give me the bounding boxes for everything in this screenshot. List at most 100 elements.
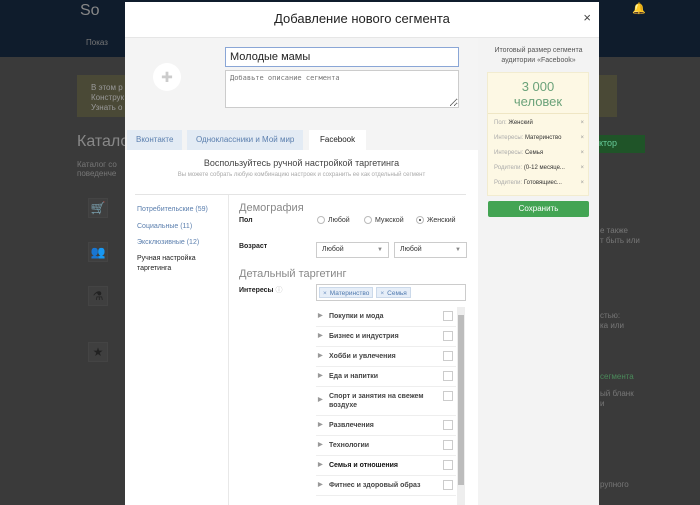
tab-odnoklassniki[interactable]: Одноклассники и Мой мир	[187, 130, 304, 150]
targeting-headline: Воспользуйтесь ручной настройкой таргети…	[203, 158, 400, 168]
interest-tag: × Семья	[376, 287, 411, 298]
category-row[interactable]: ▶ Спорт и занятия на свежем воздухе	[316, 387, 456, 416]
catalog-desc: Каталог со	[77, 160, 117, 169]
segment-name-input[interactable]	[225, 47, 459, 67]
remove-icon[interactable]: ×	[580, 180, 584, 186]
item-key: Родители:	[494, 165, 523, 171]
remove-tag-icon[interactable]: ×	[380, 290, 384, 297]
item-key: Интересы:	[494, 135, 524, 141]
remove-icon[interactable]: ×	[580, 120, 584, 126]
category-label: Семья и отношения	[329, 462, 398, 469]
interests-label: Интересы ⓘ	[239, 285, 282, 295]
bg-text: ка или	[600, 321, 624, 330]
summary-item: Интересы: Семья ×	[494, 150, 584, 156]
category-label: Бизнес и индустрия	[329, 333, 399, 340]
gender-label: Пол	[239, 217, 253, 224]
remove-icon[interactable]: ×	[580, 165, 584, 171]
expand-arrow-icon[interactable]: ▶	[318, 441, 323, 450]
nav-dashboard[interactable]: Показ	[86, 38, 108, 47]
detailed-targeting-heading: Детальный таргетинг	[239, 268, 347, 280]
category-row[interactable]: ▶ Технологии	[316, 436, 456, 456]
category-checkbox[interactable]	[443, 351, 453, 361]
close-icon[interactable]: ×	[583, 10, 591, 25]
expand-arrow-icon[interactable]: ▶	[318, 332, 323, 341]
category-checkbox[interactable]	[443, 311, 453, 321]
expand-arrow-icon[interactable]: ▶	[318, 352, 323, 361]
bg-text: рупного	[600, 480, 629, 489]
list-scrollbar[interactable]	[457, 307, 465, 505]
bell-icon[interactable]: 🔔	[632, 2, 646, 15]
bg-link[interactable]: сегмента	[600, 372, 634, 381]
chevron-down-icon: ▼	[455, 247, 461, 253]
interests-input[interactable]: × Материнство × Семья	[316, 284, 466, 301]
demography-heading: Демография	[239, 202, 304, 214]
tab-facebook[interactable]: Facebook	[309, 130, 367, 150]
tag-label: Материнство	[329, 290, 370, 297]
bg-text: ый бланк	[600, 389, 634, 398]
item-key: Родители:	[494, 180, 523, 186]
targeting-subline: Вы можете собрать любую комбинацию настр…	[177, 172, 426, 178]
segment-description-input[interactable]	[225, 70, 459, 108]
category-checkbox[interactable]	[443, 480, 453, 490]
expand-arrow-icon[interactable]: ▶	[318, 481, 323, 490]
tab-vkontakte[interactable]: Вконтакте	[127, 130, 183, 150]
flask-icon: ⚗	[88, 286, 108, 306]
age-to-select[interactable]: Любой ▼	[394, 242, 467, 258]
summary-panel: Итоговый размер сегмента аудитории «Face…	[478, 38, 599, 505]
category-checkbox[interactable]	[443, 371, 453, 381]
remove-tag-icon[interactable]: ×	[323, 290, 327, 297]
category-row[interactable]: ▶ Семья и отношения	[316, 456, 456, 476]
category-row[interactable]: ▶ Фитнес и здоровый образ	[316, 476, 456, 496]
expand-arrow-icon[interactable]: ▶	[318, 372, 323, 381]
nav-exclusive[interactable]: Эксклюзивные (12)	[137, 238, 199, 248]
nav-social[interactable]: Социальные (11)	[137, 222, 192, 232]
age-from-select[interactable]: Любой ▼	[316, 242, 389, 258]
item-value: Материнство	[524, 135, 562, 141]
nav-consumer[interactable]: Потребительские (59)	[137, 205, 208, 215]
puzzle-icon[interactable]: ✚	[153, 63, 181, 91]
expand-arrow-icon[interactable]: ▶	[318, 312, 323, 321]
radio-label: Женский	[427, 216, 456, 224]
item-key: Пол:	[494, 120, 507, 126]
category-label: Хобби и увлечения	[329, 353, 396, 360]
category-row[interactable]: ▶ Бизнес и индустрия	[316, 327, 456, 347]
remove-icon[interactable]: ×	[580, 150, 584, 156]
help-icon[interactable]: ⓘ	[275, 287, 282, 294]
category-row[interactable]: ▶ Еда и напитки	[316, 367, 456, 387]
remove-icon[interactable]: ×	[580, 135, 584, 141]
save-button[interactable]: Сохранить	[488, 201, 589, 217]
catalog-desc: поведенче	[77, 169, 117, 178]
gender-male-radio[interactable]: Мужской	[364, 216, 404, 224]
category-checkbox[interactable]	[443, 440, 453, 450]
select-value: Любой	[322, 246, 344, 253]
item-key: Интересы:	[494, 150, 524, 156]
category-checkbox[interactable]	[443, 460, 453, 470]
bg-text: стью:	[600, 311, 621, 320]
category-label: Фитнес и здоровый образ	[329, 482, 421, 489]
modal-title: Добавление нового сегмента	[125, 2, 599, 38]
category-checkbox[interactable]	[443, 331, 453, 341]
expand-arrow-icon[interactable]: ▶	[318, 396, 323, 405]
catalog-title: Катало	[77, 133, 130, 150]
interest-category-list: ▶ Покупки и мода ▶ Бизнес и индустрия ▶ Хоб…	[316, 307, 456, 496]
category-row[interactable]: ▶ Развлечения	[316, 416, 456, 436]
nav-manual-targeting[interactable]: Ручная настройка таргетинга	[137, 254, 217, 274]
expand-arrow-icon[interactable]: ▶	[318, 461, 323, 470]
scrollbar-thumb[interactable]	[458, 315, 464, 485]
chevron-down-icon: ▼	[377, 247, 383, 253]
item-value: (0-12 месяце...	[523, 165, 565, 171]
category-checkbox[interactable]	[443, 420, 453, 430]
category-row[interactable]: ▶ Покупки и мода	[316, 307, 456, 327]
gender-any-radio[interactable]: Любой	[317, 216, 350, 224]
category-label: Еда и напитки	[329, 373, 379, 380]
gender-female-radio[interactable]: Женский	[416, 216, 456, 224]
category-row[interactable]: ▶ Хобби и увлечения	[316, 347, 456, 367]
radio-label: Мужской	[375, 216, 404, 224]
notice-line: Конструк	[91, 93, 125, 102]
users-icon: 👥	[88, 242, 108, 262]
category-checkbox[interactable]	[443, 391, 453, 401]
expand-arrow-icon[interactable]: ▶	[318, 421, 323, 430]
logo: So	[80, 2, 100, 19]
category-label: Технологии	[329, 442, 370, 449]
star-icon: ★	[88, 342, 108, 362]
